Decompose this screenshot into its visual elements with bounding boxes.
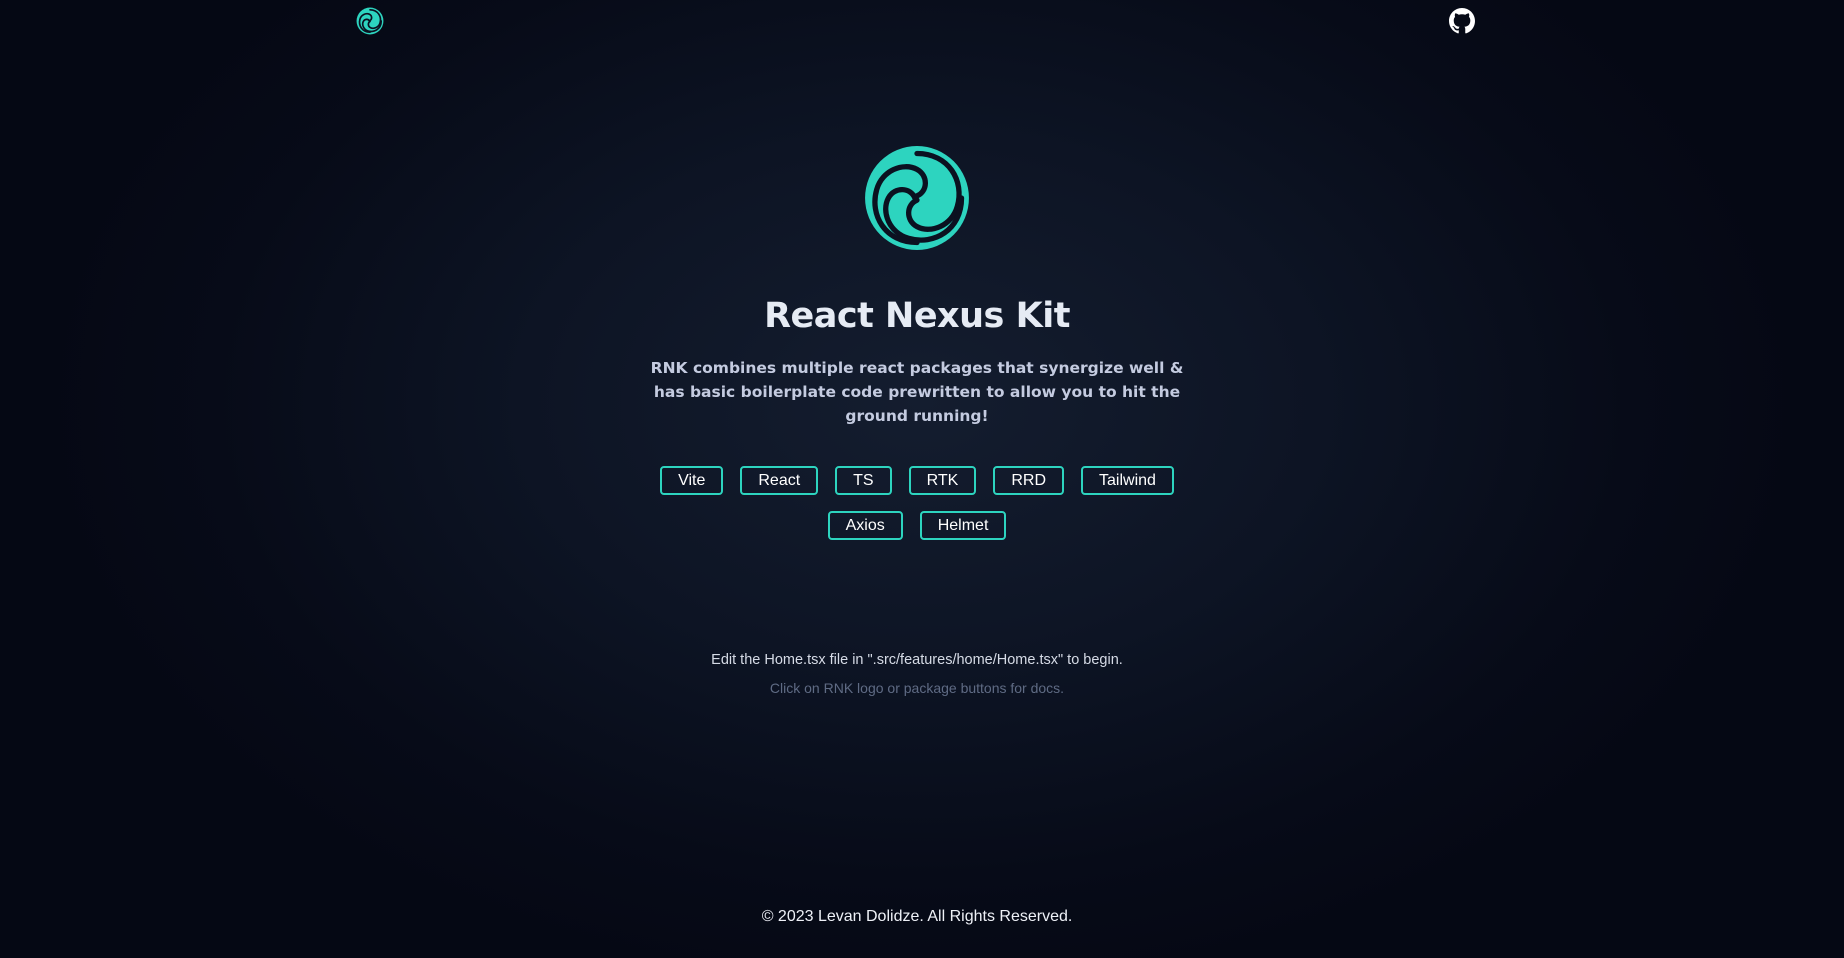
github-icon[interactable] bbox=[1449, 8, 1475, 34]
package-button-helmet[interactable]: Helmet bbox=[919, 511, 1007, 540]
package-button-rtk[interactable]: RTK bbox=[908, 466, 977, 495]
page-subtitle: RNK combines multiple react packages tha… bbox=[650, 359, 1184, 425]
package-button-rrd[interactable]: RRD bbox=[993, 466, 1064, 495]
edit-hint: Edit the Home.tsx file in ".src/features… bbox=[711, 652, 1123, 668]
page-title: React Nexus Kit bbox=[764, 296, 1070, 336]
package-button-axios[interactable]: Axios bbox=[827, 511, 903, 540]
top-navigation-bar bbox=[0, 0, 1844, 44]
package-button-vite[interactable]: Vite bbox=[660, 466, 724, 495]
package-buttons: Vite React TS RTK RRD Tailwind Axios Hel… bbox=[660, 466, 1174, 540]
rnk-swirl-logo-icon[interactable] bbox=[864, 145, 970, 251]
package-button-react[interactable]: React bbox=[740, 466, 819, 495]
footer-copyright: © 2023 Levan Dolidze. All Rights Reserve… bbox=[761, 908, 1073, 925]
package-button-ts[interactable]: TS bbox=[835, 466, 892, 495]
docs-hint: Click on RNK logo or package buttons for… bbox=[769, 680, 1065, 696]
package-button-tailwind[interactable]: Tailwind bbox=[1081, 466, 1174, 495]
rnk-swirl-logo-icon[interactable] bbox=[356, 7, 384, 35]
